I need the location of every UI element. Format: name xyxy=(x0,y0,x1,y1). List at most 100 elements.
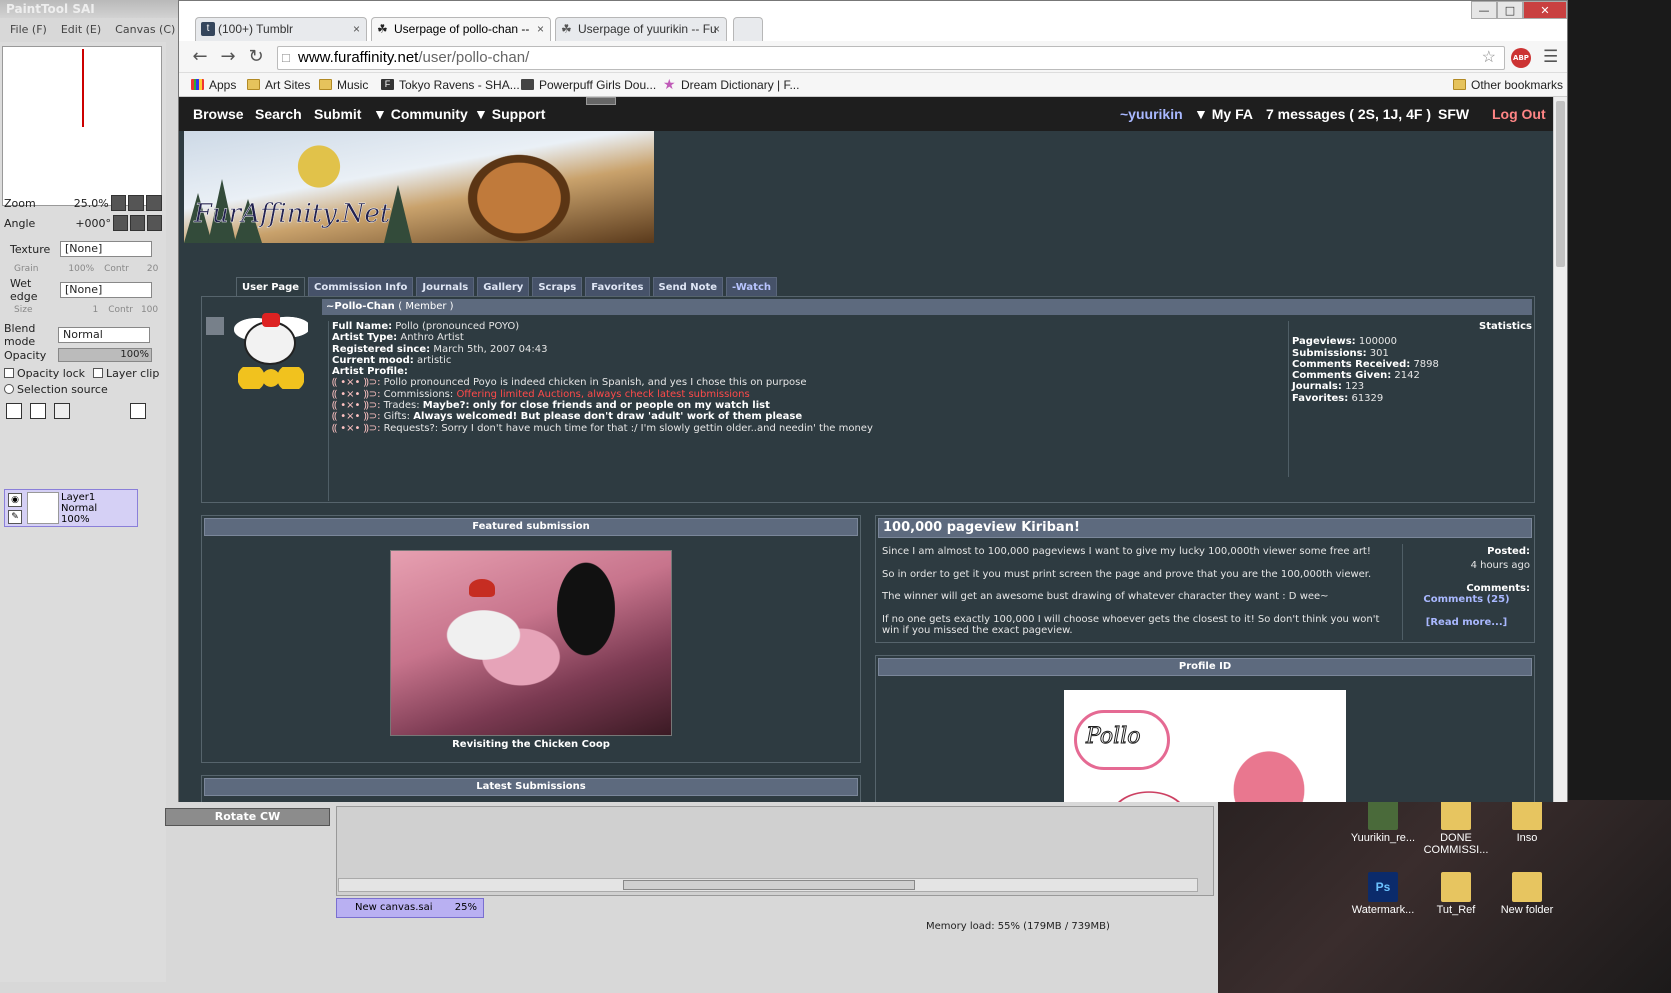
tab-commission-info[interactable]: Commission Info xyxy=(308,277,414,297)
bookmark-apps[interactable]: Apps xyxy=(191,77,236,93)
read-more-link[interactable]: [Read more...] xyxy=(1403,617,1530,628)
reload-icon[interactable]: ↻ xyxy=(245,47,267,69)
nav-support[interactable]: ▼ Support xyxy=(474,106,545,122)
sai-zoom-row[interactable]: Zoom 25.0% xyxy=(4,194,163,212)
comments-label: Comments: xyxy=(1466,583,1530,594)
chrome-menu-icon[interactable]: ☰ xyxy=(1543,47,1558,67)
layer-clip-checkbox[interactable] xyxy=(93,368,104,378)
sai-angle-row[interactable]: Angle +000° xyxy=(4,214,162,232)
tab-yuurikin[interactable]: ☘ Userpage of yuurikin -- Fu × xyxy=(555,17,727,41)
rotate-cw-button[interactable]: Rotate CW xyxy=(165,808,330,826)
layer-clip-label: Layer clip xyxy=(106,366,160,380)
rotate-reset-icon[interactable] xyxy=(130,215,145,231)
tab-scraps[interactable]: Scraps xyxy=(532,277,583,297)
texture-select[interactable]: [None] xyxy=(60,241,152,257)
mood-line: Current mood: artistic xyxy=(332,354,452,366)
profile-id-pink-hair xyxy=(1214,730,1324,802)
tab-watch[interactable]: -Watch xyxy=(726,277,777,297)
zoom-in-icon[interactable] xyxy=(128,195,145,211)
zoom-reset-icon[interactable] xyxy=(146,195,163,211)
profile-info: Full Name: Pollo (pronounced POYO) Artis… xyxy=(328,321,1288,501)
nav-search[interactable]: Search xyxy=(255,106,302,122)
zoom-out-icon[interactable] xyxy=(110,195,127,211)
opacity-row: Opacity 100% xyxy=(4,346,162,364)
page-vertical-scrollbar[interactable] xyxy=(1553,97,1567,802)
texture-label: Texture xyxy=(10,242,51,256)
sai-horizontal-scrollbar[interactable] xyxy=(338,878,1198,892)
featured-submission-image[interactable] xyxy=(390,550,672,736)
other-bookmarks[interactable]: Other bookmarks xyxy=(1453,77,1563,93)
nav-username[interactable]: ~yuurikin xyxy=(1120,106,1183,122)
new-layer-icon[interactable] xyxy=(6,403,22,419)
desktop-icon-new-folder[interactable]: New folder xyxy=(1482,872,1572,916)
blend-mode-select[interactable]: Normal xyxy=(58,327,150,343)
avatar-head xyxy=(244,321,296,365)
maximize-icon[interactable]: □ xyxy=(1497,1,1523,19)
layer-mask-icon[interactable] xyxy=(130,403,146,419)
tab-send-note[interactable]: Send Note xyxy=(652,277,724,297)
close-tab-icon[interactable]: × xyxy=(353,18,360,40)
tab-gallery[interactable]: Gallery xyxy=(477,277,530,297)
bookmark-music[interactable]: Music xyxy=(319,77,368,93)
fa-banner[interactable]: FurAffinity.Net xyxy=(184,131,654,243)
pen-icon[interactable]: ✎ xyxy=(8,510,22,524)
nav-submit[interactable]: Submit xyxy=(314,106,361,122)
new-tab-button[interactable] xyxy=(733,17,763,41)
stat-comments-given: Comments Given: 2142 xyxy=(1292,370,1420,382)
close-window-icon[interactable]: ✕ xyxy=(1523,1,1567,19)
new-linework-layer-icon[interactable] xyxy=(30,403,46,419)
selection-source-radio[interactable] xyxy=(4,384,14,394)
opacity-slider[interactable]: 100% xyxy=(58,348,152,362)
journal-title[interactable]: 100,000 pageview Kiriban! xyxy=(878,518,1532,538)
close-tab-icon[interactable]: × xyxy=(713,18,720,40)
profile-line: ⸨ •×• ⸩⊃: Pollo pronounced Poyo is indee… xyxy=(332,377,807,389)
profile-id-image[interactable]: Pollo xyxy=(1064,690,1346,802)
layer-item[interactable]: ◉ ✎ Layer1 Normal 100% xyxy=(4,489,138,527)
bookmark-star-icon[interactable]: ☆ xyxy=(1482,47,1496,69)
nav-sfw-toggle[interactable]: SFW xyxy=(1438,106,1469,122)
comments-link[interactable]: Comments (25) xyxy=(1403,594,1530,605)
nav-community[interactable]: ▼ Community xyxy=(373,106,468,122)
contr2-value[interactable]: 100 xyxy=(141,305,158,315)
bookmark-dream-dictionary[interactable]: ★ Dream Dictionary | F... xyxy=(663,77,799,93)
back-arrow-icon[interactable]: ← xyxy=(189,47,211,69)
desktop-icon-inso[interactable]: Inso xyxy=(1482,800,1572,844)
sai-menu-file[interactable]: File (F) xyxy=(10,20,47,40)
nav-logout[interactable]: Log Out xyxy=(1492,106,1546,122)
avatar[interactable] xyxy=(228,299,314,391)
scrollbar-thumb[interactable] xyxy=(623,880,915,890)
close-tab-icon[interactable]: × xyxy=(537,18,544,40)
eye-icon[interactable]: ◉ xyxy=(8,493,22,507)
sai-document-tab[interactable]: New canvas.sai 25% xyxy=(336,898,484,918)
tab-user-page[interactable]: User Page xyxy=(236,277,306,297)
adblock-icon[interactable]: ABP xyxy=(1511,48,1531,68)
new-folder-icon[interactable] xyxy=(54,403,70,419)
sai-menu-canvas[interactable]: Canvas (C) xyxy=(115,20,175,40)
sai-menu-edit[interactable]: Edit (E) xyxy=(61,20,101,40)
scrollbar-thumb[interactable] xyxy=(1556,101,1565,267)
registered-line: Registered since: March 5th, 2007 04:43 xyxy=(332,343,548,355)
nav-messages[interactable]: 7 messages ( 2S, 1J, 4F ) xyxy=(1266,106,1431,122)
forward-arrow-icon[interactable]: → xyxy=(217,47,239,69)
bookmark-powerpuff[interactable]: Powerpuff Girls Dou... xyxy=(521,77,656,93)
rotate-right-icon[interactable] xyxy=(147,215,162,231)
photoshop-file-icon: Ps xyxy=(1368,872,1398,902)
address-bar[interactable]: □ www.furaffinity.net/user/pollo-chan/ ☆ xyxy=(277,46,1505,70)
tab-journals[interactable]: Journals xyxy=(416,277,475,297)
opacity-lock-checkbox[interactable] xyxy=(4,368,14,378)
rotate-left-icon[interactable] xyxy=(113,215,129,231)
featured-caption[interactable]: Revisiting the Chicken Coop xyxy=(202,739,860,750)
nav-my-fa[interactable]: ▼ My FA xyxy=(1194,106,1253,122)
tab-tumblr[interactable]: t (100+) Tumblr × xyxy=(195,17,367,41)
grain-value[interactable]: 100% xyxy=(68,264,94,274)
contr-value[interactable]: 20 xyxy=(147,264,158,274)
sai-navigator[interactable] xyxy=(2,46,162,206)
tab-favorites[interactable]: Favorites xyxy=(585,277,650,297)
wet-edge-select[interactable]: [None] xyxy=(60,282,152,298)
size-value[interactable]: 1 xyxy=(92,305,98,315)
minimize-icon[interactable]: — xyxy=(1471,1,1497,19)
bookmark-tokyo-ravens[interactable]: F Tokyo Ravens - SHA... xyxy=(381,77,520,93)
tab-pollo-chan[interactable]: ☘ Userpage of pollo-chan -- × xyxy=(371,17,551,41)
nav-browse[interactable]: Browse xyxy=(193,106,244,122)
bookmark-art-sites[interactable]: Art Sites xyxy=(247,77,310,93)
